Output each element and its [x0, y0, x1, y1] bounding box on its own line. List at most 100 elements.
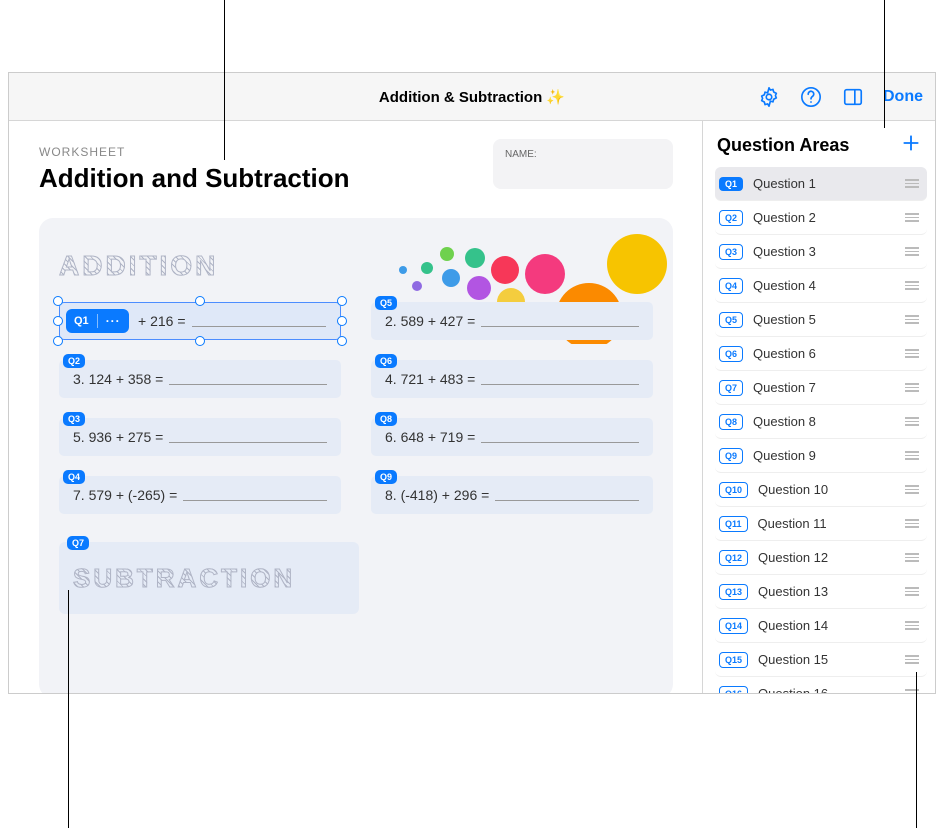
resize-handle[interactable]	[337, 336, 347, 346]
answer-line	[183, 500, 327, 501]
drag-handle-icon[interactable]	[905, 417, 923, 426]
help-icon[interactable]	[799, 85, 823, 109]
question-label: Question 5	[753, 312, 895, 327]
sidebar-header: Question Areas	[703, 121, 935, 167]
question-label: Question 11	[758, 516, 895, 531]
more-icon[interactable]: ···	[106, 314, 121, 328]
question-label: Question 2	[753, 210, 895, 225]
question-list-item[interactable]: Q14Question 14	[715, 609, 927, 643]
question-label: Question 12	[758, 550, 895, 565]
resize-handle[interactable]	[53, 336, 63, 346]
question-list-item[interactable]: Q16Question 16	[715, 677, 927, 693]
problem-text: 5. 936 + 275 =	[73, 429, 163, 445]
drag-handle-icon[interactable]	[905, 519, 923, 528]
question-list-item[interactable]: Q2Question 2	[715, 201, 927, 235]
drag-handle-icon[interactable]	[905, 213, 923, 222]
answer-line	[169, 384, 327, 385]
drag-handle-icon[interactable]	[905, 451, 923, 460]
drag-handle-icon[interactable]	[905, 485, 923, 494]
question-list-item[interactable]: Q9Question 9	[715, 439, 927, 473]
problem-area[interactable]: Q1···+ 216 =	[59, 302, 341, 340]
answer-line	[169, 442, 327, 443]
drag-handle-icon[interactable]	[905, 349, 923, 358]
problem-area[interactable]: Q64. 721 + 483 =	[371, 360, 653, 398]
drag-handle-icon[interactable]	[905, 587, 923, 596]
drag-handle-icon[interactable]	[905, 247, 923, 256]
sidebar: Question Areas Q1Question 1Q2Question 2Q…	[703, 121, 935, 693]
question-list-item[interactable]: Q3Question 3	[715, 235, 927, 269]
drag-handle-icon[interactable]	[905, 383, 923, 392]
drag-handle-icon[interactable]	[905, 179, 923, 188]
drag-handle-icon[interactable]	[905, 281, 923, 290]
done-button[interactable]: Done	[883, 88, 923, 106]
problem-area[interactable]: Q98. (-418) + 296 =	[371, 476, 653, 514]
question-badge: Q3	[719, 244, 743, 260]
content-area: ADDITION Q1···+ 216 =Q52. 589 + 427 =Q23…	[39, 218, 673, 693]
question-badge: Q16	[719, 686, 748, 694]
resize-handle[interactable]	[53, 316, 63, 326]
question-badge: Q8	[719, 414, 743, 430]
selection-pill[interactable]: Q1···	[66, 309, 129, 333]
question-tag: Q4	[63, 470, 85, 484]
question-list-item[interactable]: Q10Question 10	[715, 473, 927, 507]
question-list-item[interactable]: Q11Question 11	[715, 507, 927, 541]
question-label: Question 9	[753, 448, 895, 463]
question-label: Question 1	[753, 176, 895, 191]
callout-line	[224, 0, 225, 160]
problem-area[interactable]: Q52. 589 + 427 =	[371, 302, 653, 340]
subtraction-area[interactable]: Q7 SUBTRACTION	[59, 542, 359, 614]
question-tag: Q9	[375, 470, 397, 484]
question-label: Question 13	[758, 584, 895, 599]
question-badge: Q5	[719, 312, 743, 328]
question-list-item[interactable]: Q8Question 8	[715, 405, 927, 439]
problem-text: 2. 589 + 427 =	[385, 313, 475, 329]
question-list[interactable]: Q1Question 1Q2Question 2Q3Question 3 Q4 Qu…	[703, 167, 935, 693]
drag-handle-icon[interactable]	[905, 553, 923, 562]
question-badge: Q12	[719, 550, 748, 566]
question-label: Question 10	[758, 482, 895, 497]
problem-area[interactable]: Q23. 124 + 358 =	[59, 360, 341, 398]
resize-handle[interactable]	[337, 316, 347, 326]
question-badge: Q4	[719, 278, 743, 294]
question-badge: Q14	[719, 618, 748, 634]
question-list-item[interactable]: Q6 Question 6	[715, 337, 927, 371]
sidebar-title: Question Areas	[717, 135, 849, 156]
resize-handle[interactable]	[195, 296, 205, 306]
question-list-item[interactable]: Q5 Question 5	[715, 303, 927, 337]
question-list-item[interactable]: Q7Question 7	[715, 371, 927, 405]
answer-line	[481, 384, 639, 385]
question-badge: Q6	[719, 346, 743, 362]
canvas-area[interactable]: WORKSHEET Addition and Subtraction NAME:…	[9, 121, 703, 693]
drag-handle-icon[interactable]	[905, 621, 923, 630]
drag-handle-icon[interactable]	[905, 315, 923, 324]
sidebar-toggle-icon[interactable]	[841, 85, 865, 109]
question-tag: Q7	[67, 536, 89, 550]
problem-text: 4. 721 + 483 =	[385, 371, 475, 387]
question-tag: Q2	[63, 354, 85, 368]
question-label: Question 7	[753, 380, 895, 395]
question-tag: Q8	[375, 412, 397, 426]
question-list-item[interactable]: Q1Question 1	[715, 167, 927, 201]
problem-area[interactable]: Q35. 936 + 275 =	[59, 418, 341, 456]
question-label: Question 4	[753, 278, 895, 293]
question-list-item[interactable]: Q13Question 13	[715, 575, 927, 609]
question-tag: Q5	[375, 296, 397, 310]
add-question-button[interactable]	[901, 133, 921, 157]
resize-handle[interactable]	[337, 296, 347, 306]
question-list-item[interactable]: Q4 Question 4	[715, 269, 927, 303]
question-label: Question 6	[753, 346, 895, 361]
problem-area[interactable]: Q47. 579 + (-265) =	[59, 476, 341, 514]
drag-handle-icon[interactable]	[905, 689, 923, 693]
problems-grid: Q1···+ 216 = Q52. 589 + 427 = Q23. 124 + 3…	[59, 302, 653, 514]
resize-handle[interactable]	[53, 296, 63, 306]
drag-handle-icon[interactable]	[905, 655, 923, 664]
question-list-item[interactable]: Q15Question 15	[715, 643, 927, 677]
toolbar-right: Done	[757, 85, 923, 109]
gear-icon[interactable]	[757, 85, 781, 109]
question-list-item[interactable]: Q12 Question 12	[715, 541, 927, 575]
callout-line	[884, 0, 885, 128]
problem-text: 8. (-418) + 296 =	[385, 487, 489, 503]
problem-area[interactable]: Q86. 648 + 719 =	[371, 418, 653, 456]
worksheet-page: WORKSHEET Addition and Subtraction NAME:…	[9, 121, 703, 693]
resize-handle[interactable]	[195, 336, 205, 346]
